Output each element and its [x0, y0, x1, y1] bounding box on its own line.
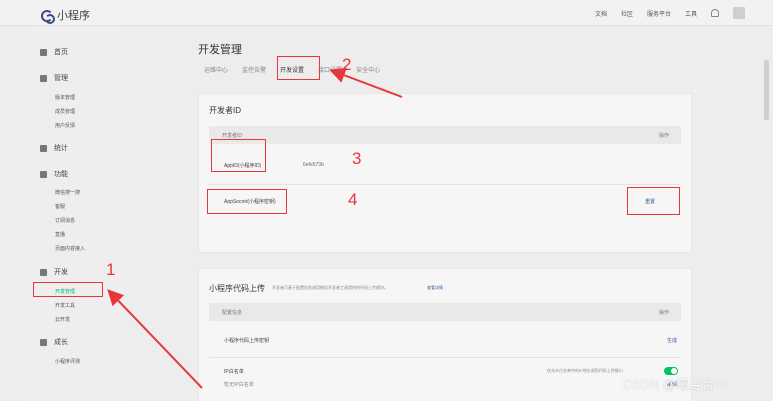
arrow-to-dev-manage	[107, 289, 203, 389]
arrow-to-dev-settings-tab	[329, 67, 403, 98]
annotation-arrows	[107, 67, 403, 389]
watermark: CSDN @曦月合一	[622, 377, 728, 392]
